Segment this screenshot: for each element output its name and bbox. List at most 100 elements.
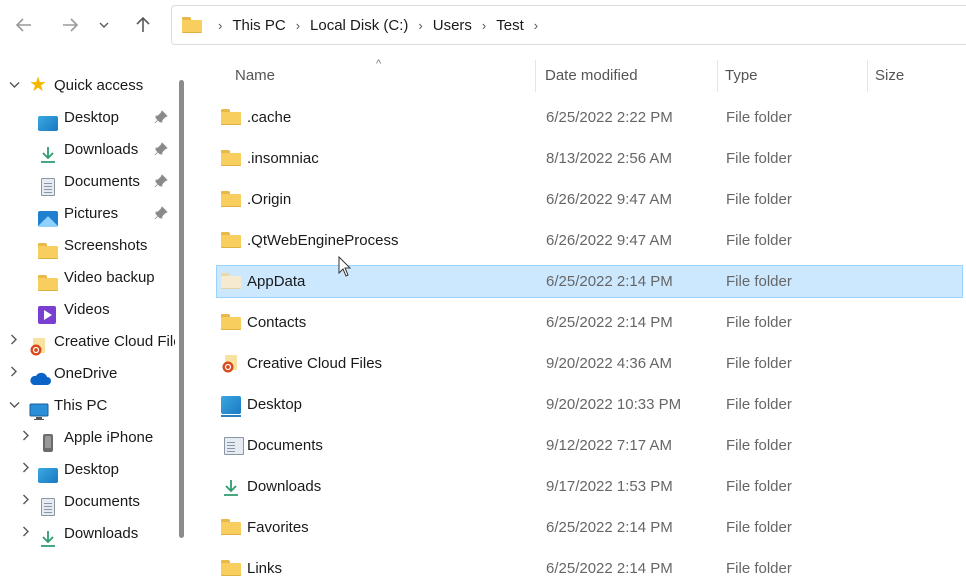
nav-item-label: Creative Cloud Files [54, 332, 175, 350]
column-header-date-modified[interactable]: Date modified [545, 67, 638, 84]
file-row[interactable]: .QtWebEngineProcess 6/26/2022 9:47 AM File… [216, 224, 963, 257]
forward-button[interactable] [57, 12, 83, 38]
nav-item-label: Downloads [64, 140, 139, 158]
document-icon [41, 178, 55, 196]
up-button[interactable] [130, 12, 156, 38]
file-type: File folder [726, 109, 792, 126]
column-header-size[interactable]: Size [875, 67, 904, 84]
nav-scrollbar[interactable] [179, 80, 184, 538]
file-row[interactable]: Links 6/25/2022 2:14 PM File folder [216, 552, 963, 585]
nav-item[interactable]: Video backup [0, 262, 175, 292]
nav-item-label: Quick access [54, 76, 144, 94]
column-divider[interactable] [717, 60, 718, 92]
breadcrumb-local-disk[interactable]: Local Disk (C:) [310, 17, 408, 34]
nav-item[interactable]: OneDrive [0, 358, 175, 388]
nav-item[interactable]: Downloads [0, 518, 175, 548]
nav-item[interactable]: Videos [0, 294, 175, 324]
nav-item[interactable]: Pictures [0, 198, 175, 228]
column-header-name[interactable]: Name [235, 67, 275, 84]
file-name: Creative Cloud Files [247, 355, 383, 372]
document-icon [41, 498, 55, 516]
nav-item-label: Pictures [64, 204, 119, 222]
file-row[interactable]: Creative Cloud Files 9/20/2022 4:36 AM Fil… [216, 347, 963, 380]
column-header-type[interactable]: Type [725, 67, 758, 84]
file-name: Documents [247, 437, 323, 454]
document-icon [224, 437, 244, 455]
desktop-icon [221, 396, 241, 417]
navigation-pane: ★ Quick access Desktop Downloads Documents Pi… [0, 52, 190, 573]
nav-item-label: Documents [64, 172, 140, 190]
file-row[interactable]: .insomniac 8/13/2022 2:56 AM File folder [216, 142, 963, 175]
back-button[interactable] [11, 12, 37, 38]
pin-icon [154, 174, 168, 188]
column-divider[interactable] [867, 60, 868, 92]
folder-icon [221, 109, 241, 127]
sort-ascending-icon: ^ [376, 58, 382, 70]
chevron-right-icon[interactable] [8, 366, 20, 380]
nav-item[interactable]: Downloads [0, 134, 175, 164]
chevron-right-icon[interactable] [20, 494, 32, 508]
file-type: File folder [726, 478, 792, 495]
creative-cloud-icon [221, 355, 241, 373]
nav-item[interactable]: ★ Quick access [0, 70, 175, 100]
file-name: .insomniac [247, 150, 319, 167]
file-date-modified: 9/20/2022 10:33 PM [546, 396, 682, 413]
chevron-right-icon[interactable] [8, 334, 20, 348]
file-name: Contacts [247, 314, 307, 331]
arrow-up-icon [136, 16, 150, 32]
file-type: File folder [726, 191, 792, 208]
file-type: File folder [726, 355, 792, 372]
file-row[interactable]: Favorites 6/25/2022 2:14 PM File folder [216, 511, 963, 544]
breadcrumb-this-pc[interactable]: This PC [232, 17, 285, 34]
nav-item[interactable]: Desktop [0, 454, 175, 484]
chevron-right-icon[interactable] [20, 430, 32, 444]
file-date-modified: 8/13/2022 2:56 AM [546, 150, 672, 167]
folder-pale-icon [221, 273, 241, 291]
file-row[interactable]: Documents 9/12/2022 7:17 AM File folder [216, 429, 963, 462]
breadcrumb-users[interactable]: Users [433, 17, 472, 34]
file-name: .cache [247, 109, 292, 126]
onedrive-icon [29, 372, 51, 386]
file-row[interactable]: .cache 6/25/2022 2:22 PM File folder [216, 101, 963, 134]
breadcrumb-separator-icon: › [481, 17, 487, 33]
nav-item[interactable]: Desktop [0, 102, 175, 132]
nav-item[interactable]: Documents [0, 166, 175, 196]
breadcrumb-separator-icon: › [533, 17, 539, 33]
chevron-right-icon[interactable] [20, 462, 32, 476]
address-bar[interactable]: › This PC › Local Disk (C:) › Users › Te… [171, 5, 966, 45]
file-type: File folder [726, 273, 792, 290]
nav-item-label: Screenshots [64, 236, 148, 254]
nav-item-label: OneDrive [54, 364, 118, 382]
nav-item-label: Desktop [64, 108, 120, 126]
folder-icon [221, 191, 241, 209]
file-date-modified: 6/25/2022 2:22 PM [546, 109, 673, 126]
nav-item[interactable]: Creative Cloud Files [0, 326, 175, 356]
pin-icon [154, 110, 168, 124]
chevron-right-icon[interactable] [20, 526, 32, 540]
nav-item-label: Videos [64, 300, 110, 318]
nav-item[interactable]: This PC [0, 390, 175, 420]
column-header-row: ^ Name Date modified Type Size [190, 52, 966, 98]
download-icon [38, 145, 58, 164]
folder-icon [38, 243, 58, 259]
file-name: Links [247, 560, 283, 577]
file-row[interactable]: AppData 6/25/2022 2:14 PM File folder [216, 265, 963, 298]
nav-item[interactable]: Apple iPhone [0, 422, 175, 452]
file-name: Favorites [247, 519, 309, 536]
file-type: File folder [726, 314, 792, 331]
file-row[interactable]: Downloads 9/17/2022 1:53 PM File folder [216, 470, 963, 503]
chevron-down-icon[interactable] [8, 78, 20, 92]
file-row[interactable]: Contacts 6/25/2022 2:14 PM File folder [216, 306, 963, 339]
file-row[interactable]: .Origin 6/26/2022 9:47 AM File folder [216, 183, 963, 216]
arrow-left-icon [15, 18, 31, 32]
phone-icon [43, 434, 53, 452]
nav-item[interactable]: Documents [0, 486, 175, 516]
recent-locations-button[interactable] [94, 12, 114, 38]
column-divider[interactable] [535, 60, 536, 92]
breadcrumb-separator-icon: › [295, 17, 301, 33]
nav-item[interactable]: Screenshots [0, 230, 175, 260]
breadcrumb-test[interactable]: Test [496, 17, 524, 34]
chevron-down-icon[interactable] [8, 398, 20, 412]
folder-icon [38, 275, 58, 291]
file-row[interactable]: Desktop 9/20/2022 10:33 PM File folder [216, 388, 963, 421]
